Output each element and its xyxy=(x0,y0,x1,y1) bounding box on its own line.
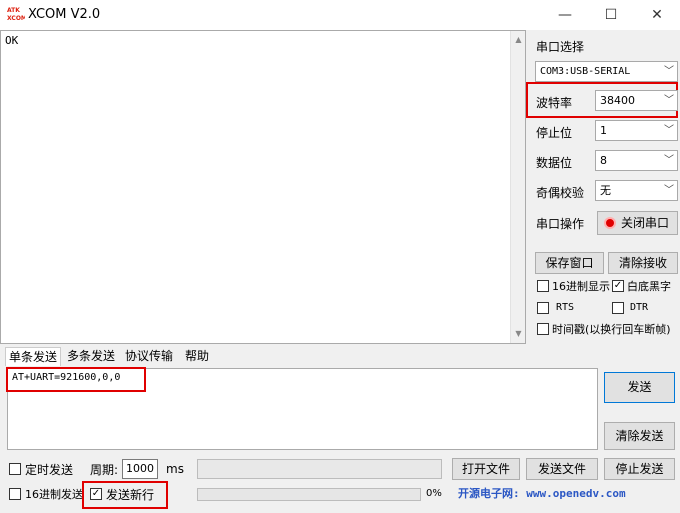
chevron-down-icon: ﹀ xyxy=(664,155,674,166)
receive-textarea[interactable]: OK xyxy=(0,30,526,344)
file-path-field[interactable] xyxy=(197,459,442,479)
parity-select[interactable]: 无 ﹀ xyxy=(595,180,678,201)
close-window-button[interactable]: ✕ xyxy=(634,0,680,30)
chevron-down-icon: ﹀ xyxy=(664,185,674,196)
send-newline-label: 发送新行 xyxy=(106,488,155,502)
send-button[interactable]: 发送 xyxy=(604,372,675,403)
maximize-button[interactable]: ☐ xyxy=(588,0,634,30)
maximize-icon: ☐ xyxy=(604,7,618,23)
send-file-button[interactable]: 发送文件 xyxy=(526,458,598,480)
hex-display-checkbox[interactable] xyxy=(537,280,549,292)
dtr-label: DTR xyxy=(630,302,649,313)
baud-value: 38400 xyxy=(600,94,635,107)
baud-select[interactable]: 38400 ﹀ xyxy=(595,90,678,111)
stop-bits-label: 停止位 xyxy=(536,126,573,140)
clear-send-button[interactable]: 清除发送 xyxy=(604,422,675,450)
clear-receive-button[interactable]: 清除接收 xyxy=(608,252,678,274)
chevron-down-icon: ﹀ xyxy=(664,95,674,106)
scroll-up-icon[interactable]: ▲ xyxy=(511,33,526,47)
data-bits-value: 8 xyxy=(600,154,607,167)
send-newline-checkbox[interactable]: ✓ xyxy=(90,488,102,500)
rts-checkbox[interactable] xyxy=(537,302,549,314)
data-bits-label: 数据位 xyxy=(536,156,573,170)
title-bar: ATK XCOM XCOM V2.0 — ☐ ✕ xyxy=(0,0,680,30)
dtr-checkbox[interactable] xyxy=(612,302,624,314)
footer-website: 开源电子网: www.openedv.com xyxy=(458,487,626,500)
chevron-down-icon: ﹀ xyxy=(664,125,674,136)
stop-bits-select[interactable]: 1 ﹀ xyxy=(595,120,678,141)
tab-protocol[interactable]: 协议传输 xyxy=(121,347,177,366)
hex-send-checkbox[interactable] xyxy=(9,488,21,500)
timestamp-checkbox[interactable] xyxy=(537,323,549,335)
checkmark-icon: ✓ xyxy=(613,280,623,291)
timed-send-checkbox[interactable] xyxy=(9,463,21,475)
timestamp-label: 时间戳(以换行回车断帧) xyxy=(552,323,671,336)
app-logo-icon: ATK XCOM xyxy=(7,7,25,22)
tab-single-send[interactable]: 单条发送 xyxy=(5,347,61,366)
receive-text: OK xyxy=(5,34,19,47)
checkmark-icon: ✓ xyxy=(91,488,101,499)
tab-multi-send[interactable]: 多条发送 xyxy=(63,347,119,366)
data-bits-select[interactable]: 8 ﹀ xyxy=(595,150,678,171)
progress-percent: 0% xyxy=(426,488,442,499)
minimize-button[interactable]: — xyxy=(542,0,588,30)
baud-label: 波特率 xyxy=(536,96,573,110)
white-black-checkbox[interactable]: ✓ xyxy=(612,280,624,292)
port-op-label: 串口操作 xyxy=(536,217,585,231)
receive-scrollbar[interactable]: ▲ ▼ xyxy=(510,31,525,343)
port-status-icon xyxy=(604,217,616,229)
period-label: 周期: xyxy=(90,463,119,477)
close-icon: ✕ xyxy=(651,7,663,23)
open-file-button[interactable]: 打开文件 xyxy=(452,458,520,480)
save-window-button[interactable]: 保存窗口 xyxy=(535,252,604,274)
hex-send-label: 16进制发送 xyxy=(25,488,83,501)
timed-send-label: 定时发送 xyxy=(25,463,74,477)
period-input[interactable]: 1000 xyxy=(122,459,158,479)
port-select-label: 串口选择 xyxy=(536,40,585,54)
close-port-button[interactable]: 关闭串口 xyxy=(597,211,678,235)
parity-label: 奇偶校验 xyxy=(536,186,585,200)
white-black-label: 白底黑字 xyxy=(627,280,671,293)
ms-label: ms xyxy=(166,462,184,476)
hex-display-label: 16进制显示 xyxy=(552,280,610,293)
port-select[interactable]: COM3:USB-SERIAL ﹀ xyxy=(535,61,678,82)
stop-send-button[interactable]: 停止发送 xyxy=(604,458,675,480)
send-progress-bar xyxy=(197,488,421,501)
rts-label: RTS xyxy=(556,302,575,313)
stop-bits-value: 1 xyxy=(600,124,607,137)
scroll-down-icon[interactable]: ▼ xyxy=(511,327,526,341)
window-title: XCOM V2.0 xyxy=(28,7,101,22)
tab-help[interactable]: 帮助 xyxy=(179,347,215,366)
port-select-value: COM3:USB-SERIAL xyxy=(540,66,631,77)
chevron-down-icon: ﹀ xyxy=(664,66,674,77)
send-text-highlight-box xyxy=(6,367,146,392)
parity-value: 无 xyxy=(600,184,611,197)
minimize-icon: — xyxy=(558,7,572,23)
close-port-label: 关闭串口 xyxy=(621,216,670,230)
